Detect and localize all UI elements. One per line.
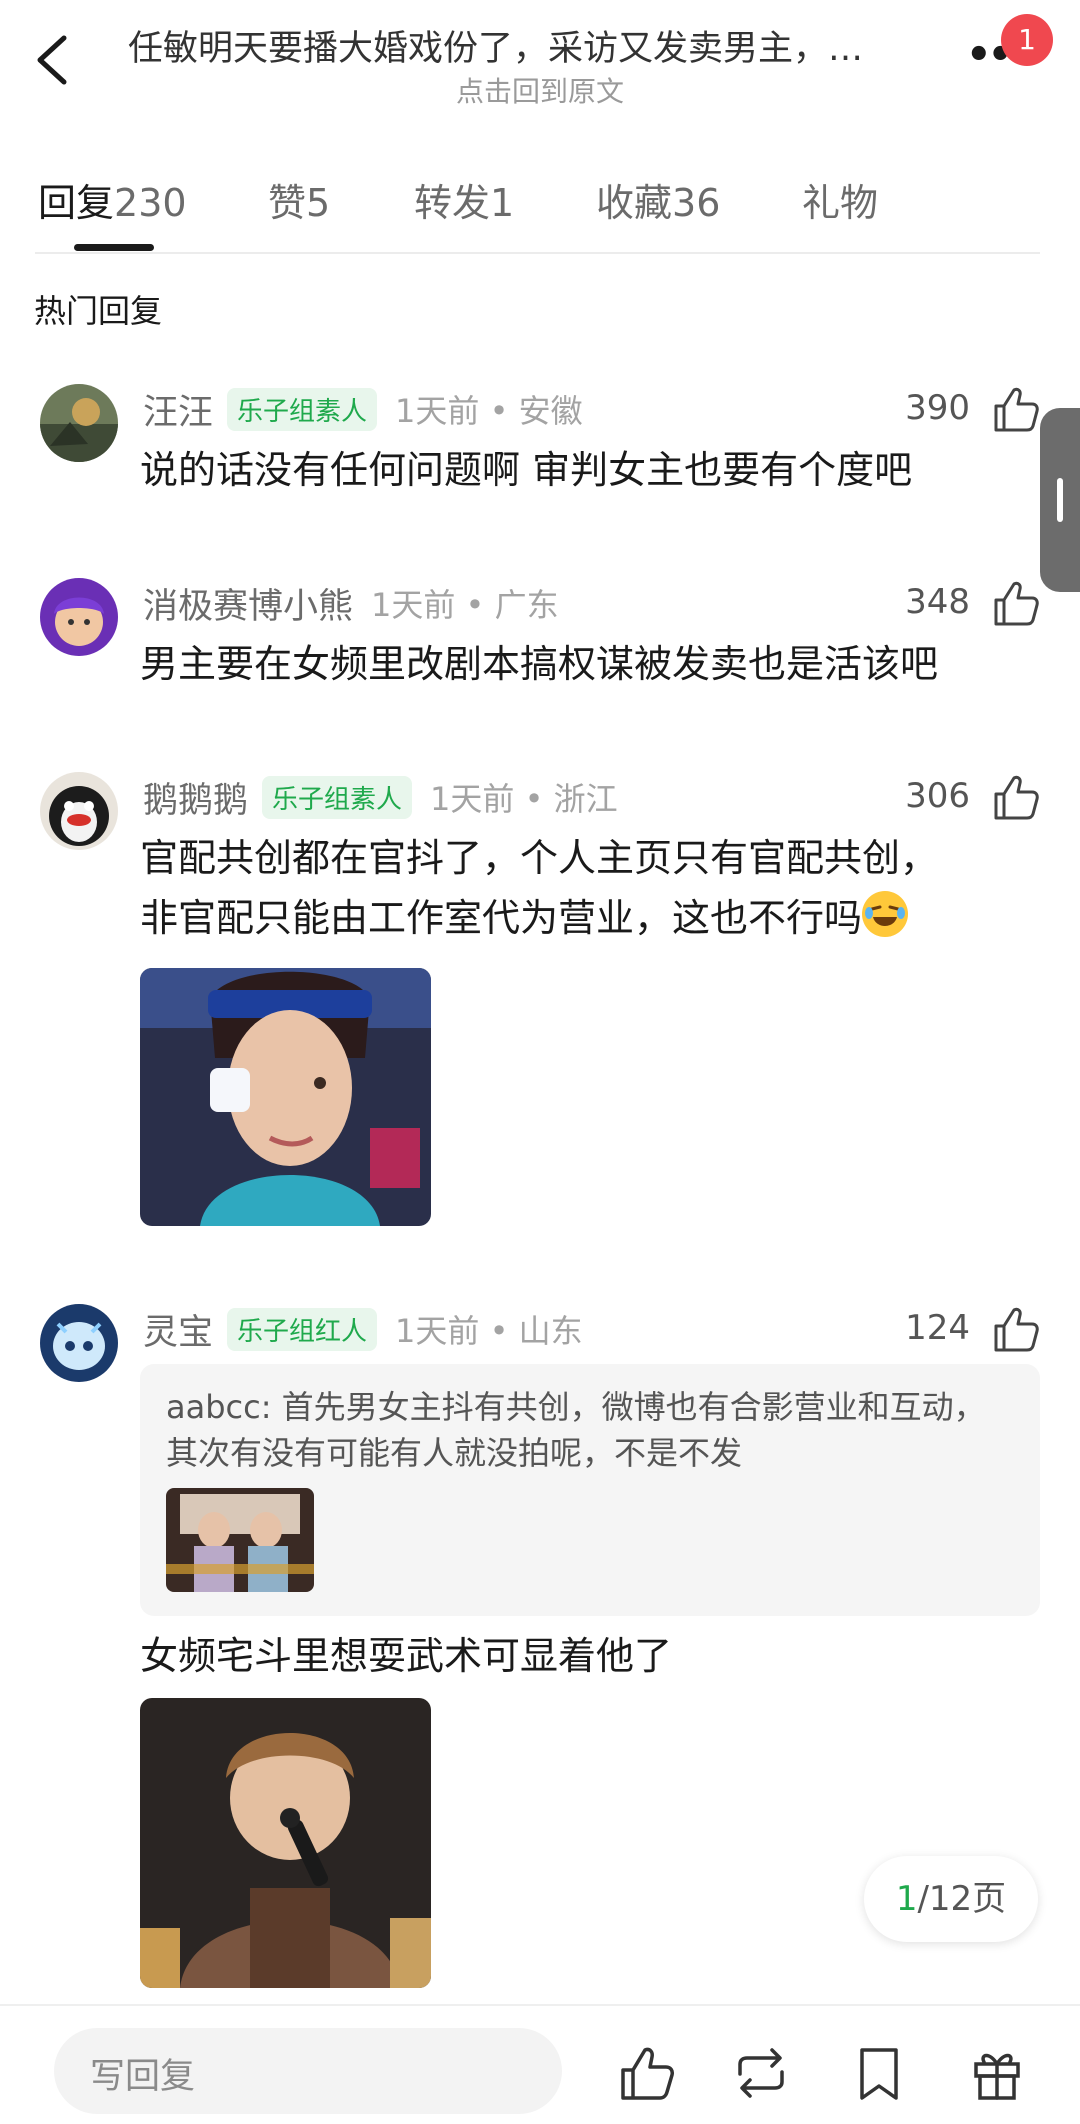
comment-image[interactable] (140, 1698, 431, 1988)
avatar[interactable] (40, 1304, 118, 1382)
avatar[interactable] (40, 772, 118, 850)
current-page: 1 (895, 1879, 918, 1919)
comment-text: 男主要在女频里改剧本搞权谋被发卖也是活该吧 (140, 642, 939, 686)
user-badge: 乐子组素人 (227, 387, 378, 431)
comment-meta: 鹅鹅鹅 乐子组素人 1天前 • 浙江 (143, 772, 618, 822)
comment-time-location: 1天前 • 浙江 (430, 780, 618, 818)
like-count: 124 (905, 1308, 970, 1348)
repost-icon[interactable] (732, 2044, 790, 2102)
avatar[interactable] (40, 384, 118, 462)
user-badge: 乐子组红人 (227, 1307, 378, 1351)
scroll-handle[interactable] (1040, 408, 1080, 592)
tab-replies[interactable]: 回复230 (38, 172, 187, 227)
thumbs-up-icon[interactable] (990, 384, 1040, 434)
more-dots-icon[interactable]: •• (966, 35, 1013, 75)
tab-bar: 回复230 赞5 转发1 收藏36 礼物 (0, 160, 1080, 252)
section-title: 热门回复 (34, 292, 163, 330)
username[interactable]: 鹅鹅鹅 (143, 772, 248, 823)
comment-meta: 消极赛博小熊 1天前 • 广东 (143, 578, 559, 628)
username[interactable]: 灵宝 (143, 1304, 213, 1355)
comment-time-location: 1天前 • 安徽 (395, 392, 583, 430)
page-indicator[interactable]: 1/12页 (864, 1856, 1038, 1942)
notification-badge[interactable]: 1 (1001, 14, 1053, 66)
username[interactable]: 汪汪 (143, 384, 213, 435)
comment-text: 女频宅斗里想耍武术可显着他了 (140, 1634, 673, 1678)
tab-favorites[interactable]: 收藏36 (596, 172, 720, 227)
reply-input[interactable]: 写回复 (54, 2028, 562, 2114)
divider (35, 252, 1040, 254)
post-title[interactable]: 任敏明天要播大婚戏份了，采访又发卖男主，… (128, 20, 948, 71)
back-to-post-link[interactable]: 点击回到原文 (0, 70, 1080, 110)
total-pages: /12页 (917, 1879, 1007, 1919)
quoted-image[interactable] (166, 1488, 314, 1592)
thumbs-up-icon[interactable] (617, 2044, 675, 2102)
thumbs-up-icon[interactable] (990, 772, 1040, 822)
top-bar: 任敏明天要播大婚戏份了，采访又发卖男主，… 点击回到原文 •• 1 (0, 0, 1080, 110)
like-count: 348 (905, 582, 970, 622)
bottom-action-bar: 写回复 (0, 2004, 1080, 2124)
tab-likes[interactable]: 赞5 (268, 172, 330, 227)
avatar[interactable] (40, 578, 118, 656)
like-count: 306 (905, 776, 970, 816)
tab-reposts[interactable]: 转发1 (414, 172, 514, 227)
comment-time-location: 1天前 • 广东 (371, 586, 559, 624)
bookmark-icon[interactable] (850, 2044, 908, 2102)
comment-text: 非官配只能由工作室代为营业，这也不行吗 (140, 888, 909, 948)
comment-meta: 灵宝 乐子组红人 1天前 • 山东 (143, 1304, 583, 1354)
user-badge: 乐子组素人 (262, 775, 413, 819)
comment-text: 官配共创都在官抖了，个人主页只有官配共创， (140, 836, 939, 880)
tab-gifts[interactable]: 礼物 (802, 172, 878, 227)
comment-meta: 汪汪 乐子组素人 1天前 • 安徽 (143, 384, 583, 434)
quoted-reply[interactable]: aabcc: 首先男女主抖有共创，微博也有合影营业和互动， 其次有没有可能有人就… (140, 1364, 1040, 1616)
quoted-text: aabcc: 首先男女主抖有共创，微博也有合影营业和互动， 其次有没有可能有人就… (166, 1388, 986, 1472)
username[interactable]: 消极赛博小熊 (143, 578, 353, 629)
active-tab-indicator (74, 244, 154, 251)
comment-text: 说的话没有任何问题啊 审判女主也要有个度吧 (140, 448, 913, 492)
comment-time-location: 1天前 • 山东 (395, 1312, 583, 1350)
thumbs-up-icon[interactable] (990, 1304, 1040, 1354)
comment-image[interactable] (140, 968, 431, 1226)
gift-icon[interactable] (968, 2044, 1026, 2102)
like-count: 390 (905, 388, 970, 428)
thumbs-up-icon[interactable] (990, 578, 1040, 628)
laughing-emoji-icon (862, 891, 909, 937)
